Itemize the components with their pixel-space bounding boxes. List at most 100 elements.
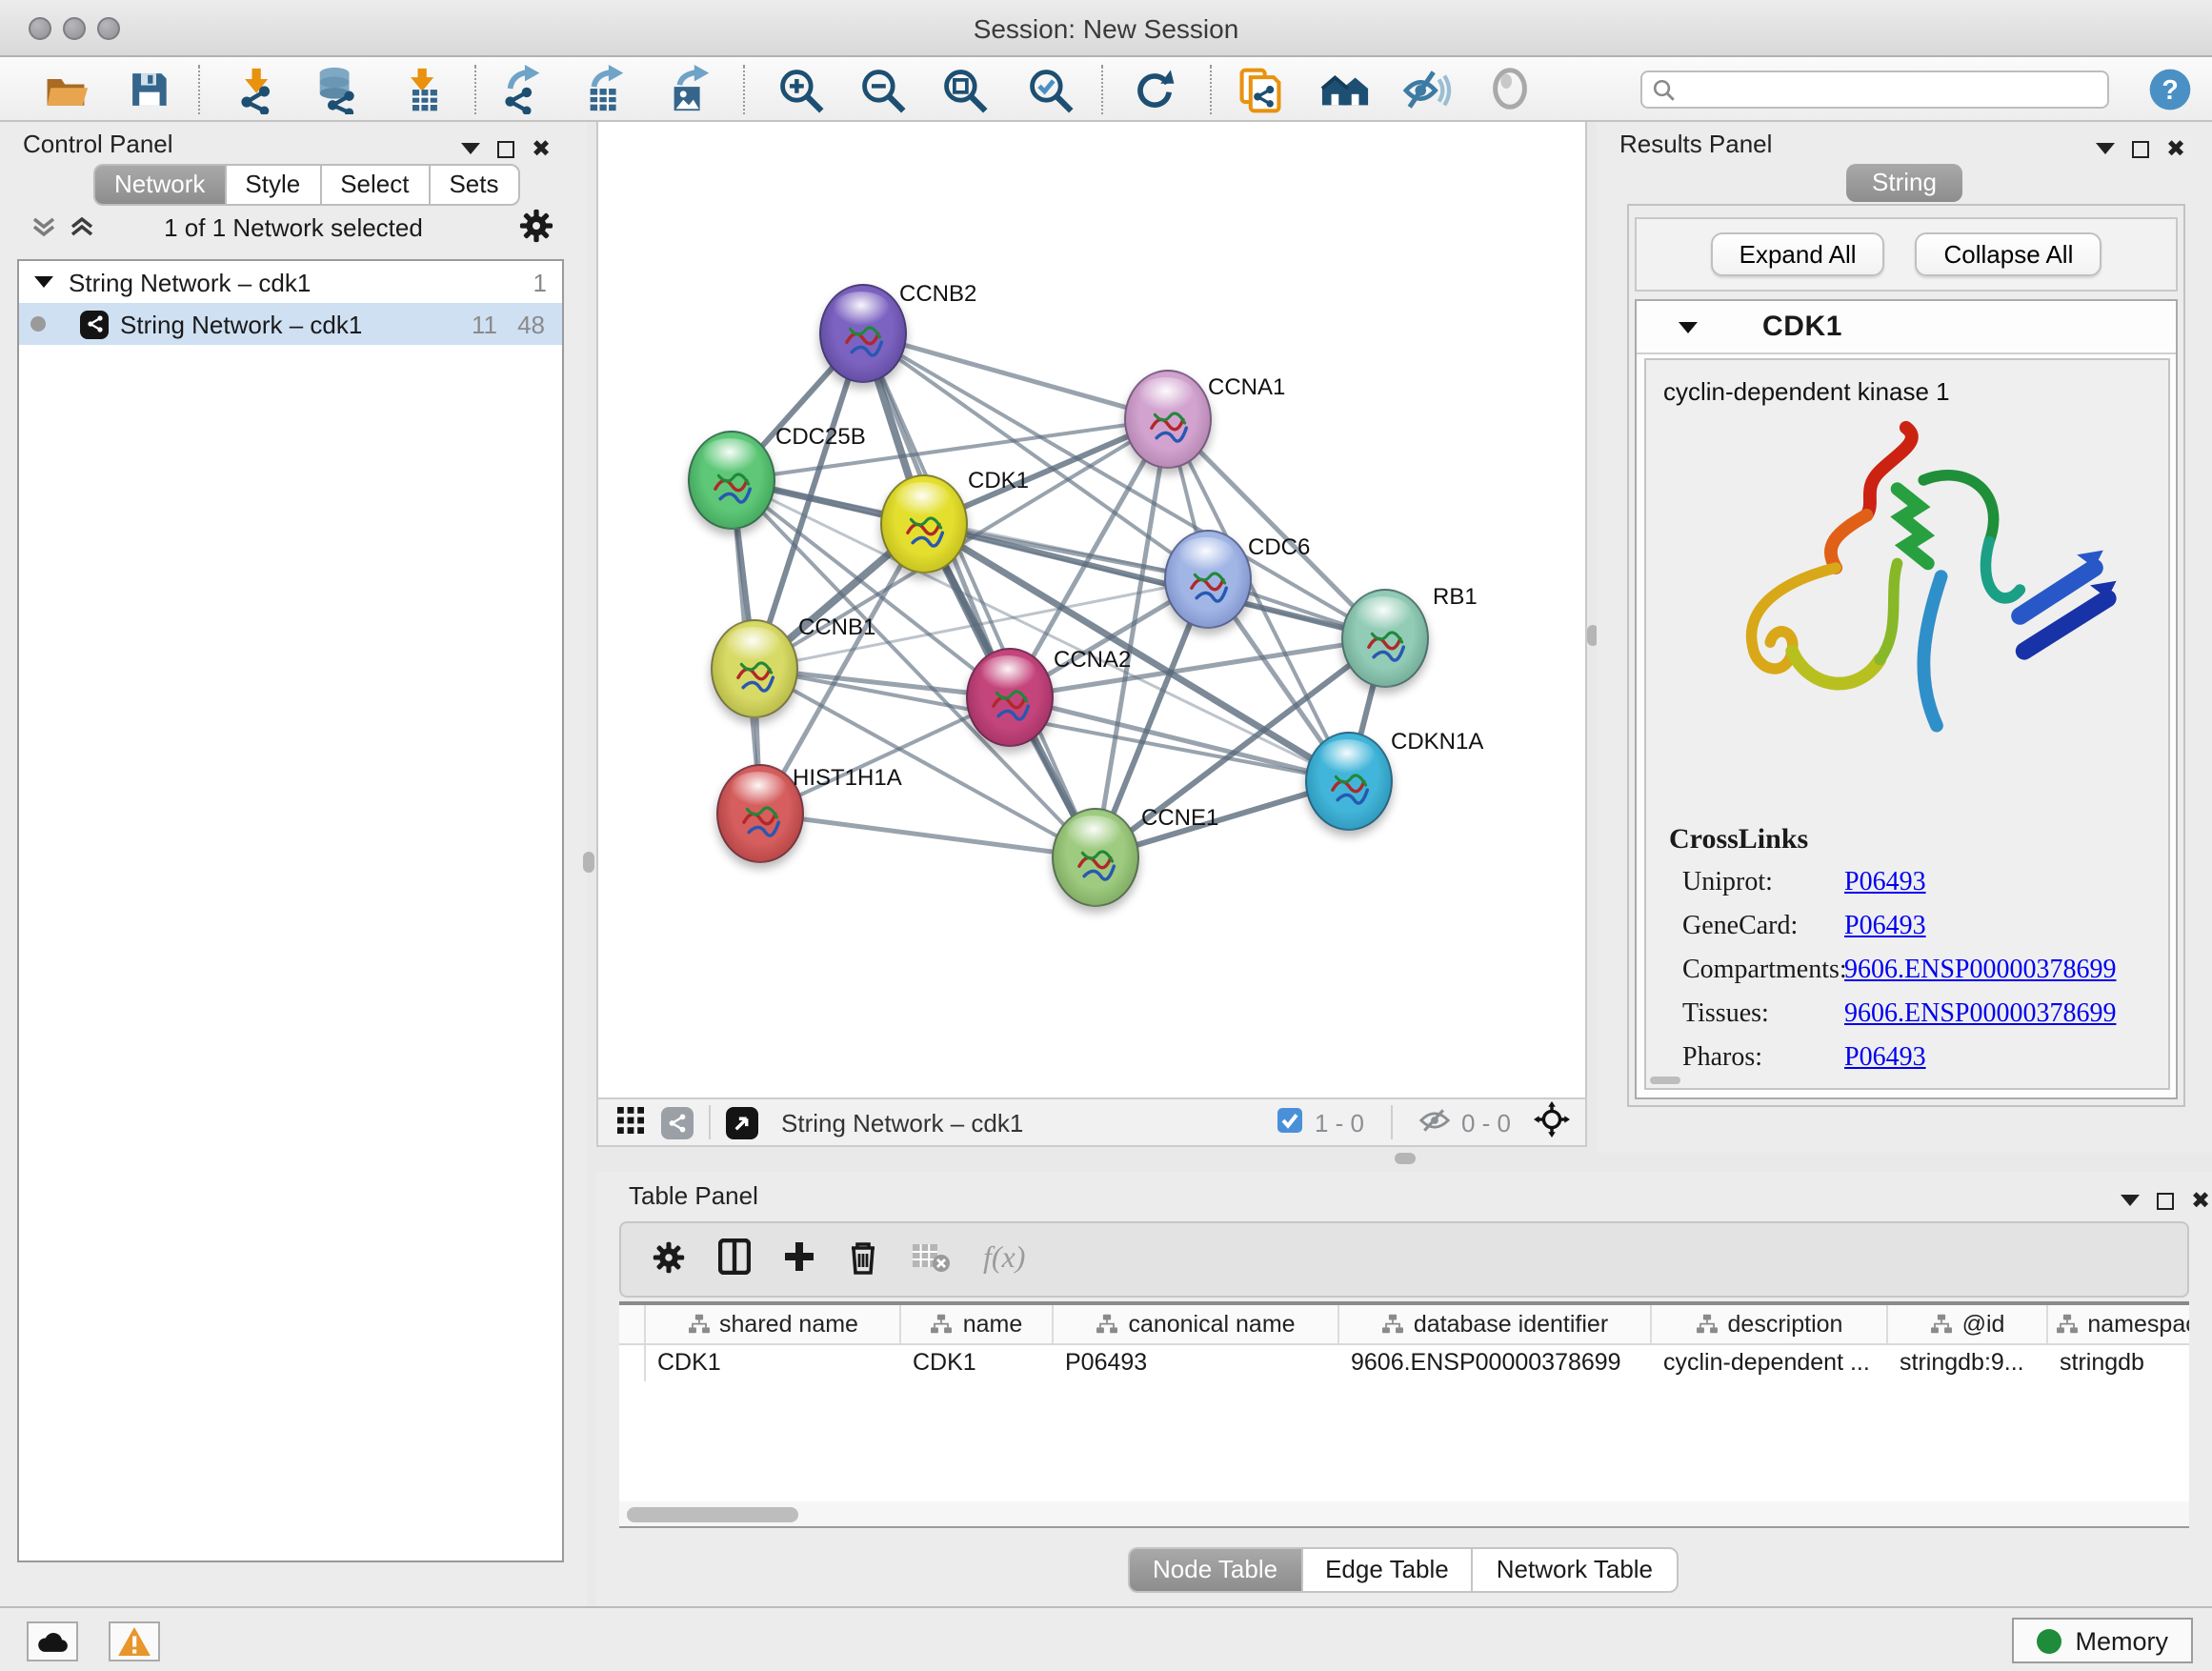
network-row[interactable]: String Network – cdk1 11 48: [19, 303, 562, 345]
memory-button[interactable]: Memory: [2012, 1618, 2193, 1663]
column-header-namespace[interactable]: namespace: [2048, 1305, 2189, 1343]
table-hscroll-thumb[interactable]: [627, 1506, 798, 1521]
export-network-icon[interactable]: [499, 65, 549, 114]
network-node-cdk1[interactable]: [880, 474, 968, 574]
collapse-results-icon[interactable]: [2096, 143, 2115, 154]
refresh-icon[interactable]: [1130, 65, 1179, 114]
tab-network[interactable]: Network: [93, 164, 224, 206]
import-network-database-icon[interactable]: [312, 65, 362, 114]
tab-network-table[interactable]: Network Table: [1472, 1547, 1678, 1593]
network-node-cdc6[interactable]: [1164, 530, 1252, 629]
search-field[interactable]: [1640, 70, 2109, 109]
column-header-description[interactable]: description: [1652, 1305, 1888, 1343]
column-header-name[interactable]: name: [901, 1305, 1054, 1343]
network-node-ccne1[interactable]: [1052, 808, 1139, 907]
zoom-fit-icon[interactable]: [939, 65, 989, 114]
close-table-icon[interactable]: ✖: [2191, 1187, 2210, 1214]
add-column-icon[interactable]: [783, 1240, 815, 1278]
export-table-icon[interactable]: [581, 65, 631, 114]
network-node-cdc25b[interactable]: [688, 431, 775, 530]
close-results-icon[interactable]: ✖: [2166, 135, 2185, 162]
table-hscrollbar[interactable]: [619, 1501, 2189, 1526]
grid-view-icon[interactable]: [617, 1106, 644, 1138]
tab-sets[interactable]: Sets: [428, 164, 519, 206]
string-home-icon[interactable]: [1320, 65, 1370, 114]
column-header-database-identifier[interactable]: database identifier: [1339, 1305, 1652, 1343]
collapse-panel-icon[interactable]: [461, 143, 480, 154]
horizontal-splitter-handle[interactable]: [1395, 1153, 1416, 1164]
table-row[interactable]: CDK1CDK1P064939606.ENSP00000378699cyclin…: [619, 1345, 2189, 1381]
node-label-ccne1: CCNE1: [1141, 804, 1218, 831]
tab-node-table[interactable]: Node Table: [1128, 1547, 1300, 1593]
left-splitter-handle[interactable]: [583, 852, 594, 873]
tab-select[interactable]: Select: [319, 164, 428, 206]
network-canvas[interactable]: CCNB2 CCNA1 CDC25B CDK1 CDC6: [596, 122, 1587, 1097]
clone-network-icon[interactable]: [1235, 65, 1284, 114]
network-edge[interactable]: [760, 814, 1096, 857]
network-node-ccna2[interactable]: [966, 648, 1054, 747]
table-cell[interactable]: cyclin-dependent ...: [1652, 1345, 1888, 1381]
float-panel-icon[interactable]: [497, 140, 514, 157]
network-options-gear-icon[interactable]: [518, 208, 554, 250]
navigator-icon[interactable]: [726, 1106, 758, 1138]
zoom-in-icon[interactable]: [775, 65, 825, 114]
delete-column-icon[interactable]: [848, 1238, 878, 1280]
float-table-icon[interactable]: [2157, 1192, 2174, 1209]
results-hscroll-thumb[interactable]: [1650, 1077, 1680, 1084]
tab-edge-table[interactable]: Edge Table: [1300, 1547, 1472, 1593]
search-input[interactable]: [1677, 76, 2107, 103]
column-header-shared-name[interactable]: shared name: [646, 1305, 901, 1343]
fit-selected-crosshair-icon[interactable]: [1534, 1101, 1570, 1143]
network-node-rb1[interactable]: [1341, 589, 1429, 688]
network-collection-row[interactable]: String Network – cdk1 1: [19, 261, 562, 303]
crosslink-compartments-link[interactable]: 9606.ENSP00000378699: [1844, 956, 2116, 987]
cloud-button[interactable]: [27, 1621, 78, 1661]
table-cell[interactable]: 9606.ENSP00000378699: [1339, 1345, 1652, 1381]
crosslink-genecard-link[interactable]: P06493: [1844, 913, 1926, 943]
table-cell[interactable]: stringdb:9...: [1888, 1345, 2048, 1381]
network-edge[interactable]: [863, 333, 1168, 419]
save-session-icon[interactable]: [124, 65, 173, 114]
network-badge-icon[interactable]: [661, 1106, 694, 1138]
network-node-hist1h1a[interactable]: [716, 764, 804, 863]
results-tab-string[interactable]: String: [1845, 164, 1963, 202]
close-panel-icon[interactable]: ✖: [532, 135, 551, 162]
import-network-file-icon[interactable]: [232, 65, 282, 114]
hidden-eye-icon[interactable]: [1419, 1106, 1450, 1138]
warning-button[interactable]: [109, 1621, 160, 1661]
import-table-file-icon[interactable]: [398, 65, 448, 114]
gene-section: CDK1 cyclin-dependent kinase 1: [1635, 299, 2178, 1099]
selected-checkbox-icon[interactable]: [1277, 1106, 1303, 1138]
open-session-icon[interactable]: [40, 65, 90, 114]
network-node-ccna1[interactable]: [1124, 370, 1212, 469]
export-image-icon[interactable]: [665, 65, 714, 114]
table-cell[interactable]: stringdb: [2048, 1345, 2189, 1381]
help-icon[interactable]: ?: [2145, 65, 2195, 114]
expand-all-button[interactable]: Expand All: [1711, 232, 1885, 276]
show-columns-icon[interactable]: [718, 1238, 751, 1280]
collapse-table-icon[interactable]: [2121, 1195, 2140, 1206]
network-node-cdkn1a[interactable]: [1305, 732, 1393, 831]
gene-disclosure-icon[interactable]: [1679, 321, 1698, 332]
float-results-icon[interactable]: [2132, 140, 2149, 157]
table-gear-icon[interactable]: [652, 1239, 686, 1279]
column-header--id[interactable]: @id: [1888, 1305, 2048, 1343]
column-header-canonical-name[interactable]: canonical name: [1054, 1305, 1339, 1343]
table-cell[interactable]: CDK1: [646, 1345, 901, 1381]
crosslink-tissues-link[interactable]: 9606.ENSP00000378699: [1844, 1000, 2116, 1031]
gene-section-header[interactable]: CDK1: [1637, 301, 2176, 354]
title-bar: Session: New Session: [0, 0, 2212, 57]
tab-style[interactable]: Style: [224, 164, 319, 206]
crosslink-uniprot-link[interactable]: P06493: [1844, 869, 1926, 899]
collection-disclosure-icon[interactable]: [34, 276, 53, 288]
network-node-ccnb2[interactable]: [819, 284, 907, 383]
table-cell[interactable]: CDK1: [901, 1345, 1054, 1381]
crosslink-pharos-link[interactable]: P06493: [1844, 1044, 1926, 1075]
collapse-all-button[interactable]: Collapse All: [1916, 232, 2102, 276]
zoom-out-icon[interactable]: [857, 65, 907, 114]
show-graphics-details-icon[interactable]: [1402, 65, 1452, 114]
crosslinks-section: CrossLinks Uniprot:P06493 GeneCard:P0649…: [1669, 825, 2116, 1088]
zoom-selected-icon[interactable]: [1025, 65, 1075, 114]
table-cell[interactable]: P06493: [1054, 1345, 1339, 1381]
network-node-ccnb1[interactable]: [711, 619, 798, 718]
